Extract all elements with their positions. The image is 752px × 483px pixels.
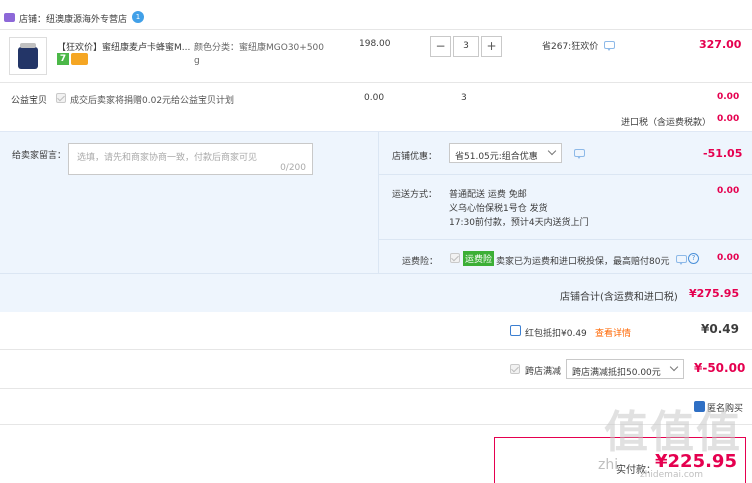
watermark-text: zhi — [598, 457, 619, 473]
wangwang-icon[interactable]: 1 — [132, 11, 144, 23]
credit-card-icon — [71, 53, 88, 65]
shipping-line-3: 17:30前付款，预计4天内送货上门 — [449, 218, 589, 228]
cross-store-select[interactable]: 跨店满减抵扣50.00元 — [566, 359, 684, 379]
insurance-checkbox[interactable] — [450, 253, 460, 263]
shipping-line-1: 普通配送 运费 免邮 — [449, 190, 527, 200]
charity-amount: 0.00 — [717, 92, 740, 102]
watermark-logo: 值 — [604, 407, 648, 458]
charity-checkbox[interactable] — [56, 93, 66, 103]
saving-label: 省267:狂欢价 — [542, 42, 599, 52]
product-image[interactable] — [9, 37, 47, 75]
chevron-down-icon — [547, 146, 557, 156]
shop-name[interactable]: 店铺：纽澳康源海外专营店 — [19, 12, 127, 25]
insurance-text: 卖家已为运费和进口税投保，最高赔付80元 — [496, 257, 670, 267]
message-placeholder: 选填，请先和商家协商一致，付款后商家可见 — [77, 153, 258, 163]
shop-icon — [4, 13, 15, 22]
charity-text: 成交后卖家将捐赠0.02元给公益宝贝计划 — [70, 96, 235, 106]
shipping-label: 运送方式： — [392, 190, 438, 200]
product-title[interactable]: 【狂欢价】蜜纽康麦卢卡蜂蜜M... — [57, 40, 190, 53]
panel-divider-row-3 — [0, 273, 752, 274]
watermark-site: zhidemai.com — [640, 470, 704, 480]
message-counter: 0/200 — [280, 163, 306, 173]
cross-store-label: 跨店满减 — [525, 367, 562, 377]
quantity-minus-button[interactable]: − — [430, 36, 451, 57]
cross-store-selected: 跨店满减抵扣50.00元 — [572, 368, 661, 378]
help-icon[interactable]: ? — [688, 253, 699, 264]
discount-label: 店铺优惠： — [392, 152, 438, 162]
panel-divider-vertical — [378, 132, 379, 273]
product-jar-icon — [18, 47, 38, 69]
watermark-logo: 值 — [650, 407, 694, 458]
discount-selected: 省51.05元:组合优惠 — [455, 152, 538, 162]
message-label: 给卖家留言： — [12, 151, 67, 161]
quantity-stepper: − 3 + — [430, 36, 502, 57]
sku-line-2: g — [194, 56, 200, 66]
product-lid-icon — [20, 43, 36, 48]
discount-amount: -51.05 — [703, 147, 743, 160]
import-tax-amount: 0.00 — [717, 114, 740, 124]
shop-total-amount: ¥275.95 — [689, 287, 740, 300]
unit-price: 198.00 — [359, 39, 391, 49]
cross-store-checkbox[interactable] — [510, 364, 520, 374]
panel-divider-row-2 — [378, 239, 752, 240]
insurance-label: 运费险： — [402, 257, 439, 267]
charity-label: 公益宝贝 — [11, 96, 48, 106]
charity-price: 0.00 — [364, 93, 385, 103]
seven-day-return-icon: 7 — [57, 53, 69, 65]
red-packet-detail-link[interactable]: 查看详情 — [595, 326, 631, 339]
chat-icon[interactable] — [574, 149, 585, 159]
discount-select[interactable]: 省51.05元:组合优惠 — [449, 143, 562, 163]
chat-icon[interactable] — [604, 41, 615, 51]
shipping-amount: 0.00 — [717, 186, 740, 196]
insurance-badge: 运费险 — [463, 251, 495, 266]
red-packet-amount: ¥0.49 — [701, 322, 739, 336]
import-tax-label: 进口税（含运费税款） — [621, 118, 712, 128]
sku-line-1: 颜色分类：蜜纽康MGO30+500 — [194, 43, 324, 53]
charity-qty: 3 — [461, 93, 467, 103]
shipping-line-2: 义乌心怡保税1号仓 发货 — [449, 204, 548, 214]
quantity-plus-button[interactable]: + — [481, 36, 502, 57]
cross-store-amount: ¥-50.00 — [694, 361, 746, 375]
chat-icon[interactable] — [676, 255, 687, 265]
red-packet-checkbox[interactable] — [510, 325, 521, 336]
chevron-down-icon — [669, 362, 679, 372]
message-textarea[interactable]: 选填，请先和商家协商一致，付款后商家可见 0/200 — [68, 143, 313, 175]
watermark-logo: 值 — [696, 407, 740, 458]
panel-divider-row — [378, 174, 752, 175]
item-subtotal: 327.00 — [699, 38, 742, 51]
shop-total-label: 店铺合计(含运费和进口税) — [560, 292, 678, 303]
quantity-input[interactable]: 3 — [453, 36, 479, 57]
insurance-amount: 0.00 — [717, 253, 740, 263]
red-packet-label: 红包抵扣¥0.49 — [525, 329, 587, 339]
